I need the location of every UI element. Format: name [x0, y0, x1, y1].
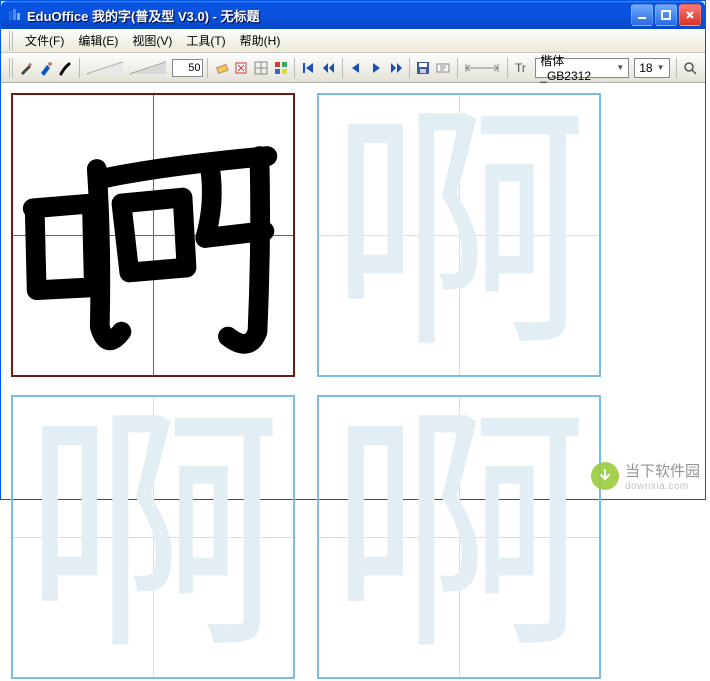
- window-title: EduOffice 我的字(普及型 V3.0) - 无标题: [27, 6, 631, 25]
- next-button[interactable]: [386, 57, 405, 79]
- font-size-select[interactable]: 18 ▼: [634, 58, 669, 78]
- toolbar-sep: [294, 58, 295, 78]
- eraser-icon[interactable]: [212, 57, 231, 79]
- maximize-button[interactable]: [655, 4, 677, 26]
- step-back-button[interactable]: [347, 57, 366, 79]
- watermark-text: 当下软件园 downxia.com: [625, 460, 700, 492]
- text-box-icon[interactable]: [434, 57, 453, 79]
- practice-cell-active[interactable]: [11, 93, 295, 377]
- play-button[interactable]: [367, 57, 386, 79]
- menu-grip[interactable]: [9, 31, 15, 51]
- brush-tool-icon[interactable]: [37, 57, 56, 79]
- practice-cell-template[interactable]: 啊: [11, 395, 295, 679]
- template-character: 啊: [319, 397, 599, 677]
- prev-button[interactable]: [319, 57, 338, 79]
- font-name-value: 楷体_GB2312: [540, 52, 612, 83]
- template-character: 啊: [13, 397, 293, 677]
- first-button[interactable]: [299, 57, 318, 79]
- download-arrow-icon: [591, 462, 619, 490]
- title-bar[interactable]: EduOffice 我的字(普及型 V3.0) - 无标题: [1, 1, 705, 29]
- brush-size-input[interactable]: 50: [172, 59, 203, 77]
- calligraphy-tool-icon[interactable]: [57, 57, 76, 79]
- practice-cell-template[interactable]: 啊: [317, 93, 601, 377]
- toolbar-sep: [457, 58, 458, 78]
- menu-file[interactable]: 文件(F): [19, 29, 70, 52]
- toolbar-sep: [79, 58, 80, 78]
- save-icon[interactable]: [414, 57, 433, 79]
- toolbar-sep: [207, 58, 208, 78]
- menu-view[interactable]: 视图(V): [126, 29, 178, 52]
- width-indicator-icon[interactable]: [461, 57, 503, 79]
- workspace: 啊 啊 啊: [1, 83, 705, 499]
- practice-cell-template[interactable]: 啊: [317, 395, 601, 679]
- chevron-down-icon: ▼: [657, 63, 665, 72]
- pen-tool-icon[interactable]: [17, 57, 36, 79]
- clear-page-icon[interactable]: [232, 57, 251, 79]
- font-name-select[interactable]: 楷体_GB2312 ▼: [535, 58, 629, 78]
- toolbar-sep: [507, 58, 508, 78]
- menu-edit[interactable]: 编辑(E): [72, 29, 124, 52]
- handwritten-stroke: [13, 95, 293, 375]
- watermark: 当下软件园 downxia.com: [591, 460, 700, 492]
- font-size-value: 18: [639, 61, 652, 75]
- toolbar-sep: [342, 58, 343, 78]
- minimize-button[interactable]: [631, 4, 653, 26]
- close-button[interactable]: [679, 4, 701, 26]
- toolbar-sep: [409, 58, 410, 78]
- svg-text:Tr: Tr: [515, 61, 526, 75]
- grid-settings-icon[interactable]: [252, 57, 271, 79]
- brush-preview-large-icon[interactable]: [127, 57, 169, 79]
- chevron-down-icon: ▼: [616, 63, 624, 72]
- zoom-icon[interactable]: [680, 57, 699, 79]
- toolbar-sep: [676, 58, 677, 78]
- toolbar: 50 Tr 楷体_GB2312 ▼ 18 ▼: [1, 53, 705, 83]
- menu-help[interactable]: 帮助(H): [234, 29, 287, 52]
- menu-bar: 文件(F) 编辑(E) 视图(V) 工具(T) 帮助(H): [1, 29, 705, 53]
- app-icon: [7, 7, 23, 23]
- template-character: 啊: [319, 95, 599, 375]
- font-icon: Tr: [514, 60, 530, 76]
- brush-preview-small-icon[interactable]: [84, 57, 126, 79]
- toolbar-grip-1[interactable]: [9, 58, 14, 78]
- window-frame: EduOffice 我的字(普及型 V3.0) - 无标题 文件(F) 编辑(E…: [0, 0, 706, 500]
- color-picker-icon[interactable]: [272, 57, 291, 79]
- watermark-url: downxia.com: [625, 481, 700, 492]
- menu-tools[interactable]: 工具(T): [180, 29, 231, 52]
- brush-size-value: 50: [188, 62, 200, 74]
- watermark-brand: 当下软件园: [625, 463, 700, 480]
